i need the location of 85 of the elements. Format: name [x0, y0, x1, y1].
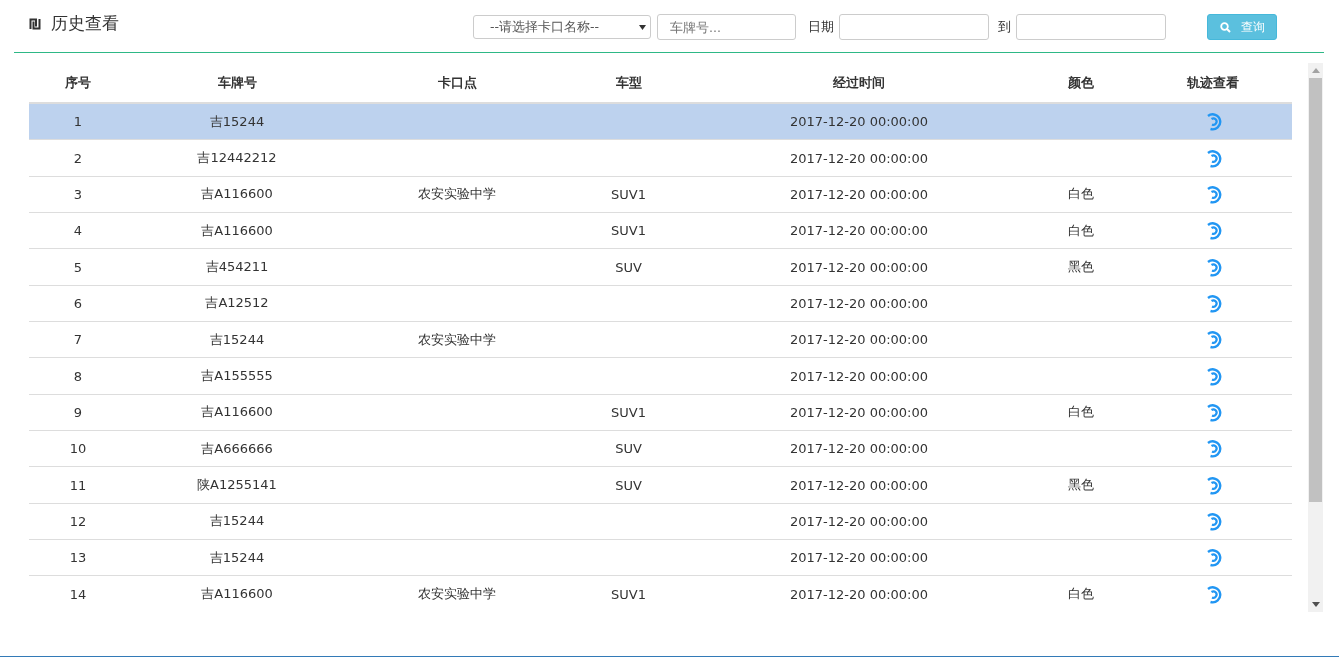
table-cell: 黑色: [1068, 477, 1094, 493]
table-cell: 吉15244: [209, 113, 265, 129]
table-cell: SUV1: [611, 404, 646, 420]
table-cell: 2017-12-20 00:00:00: [789, 586, 929, 602]
table-cell: 2017-12-20 00:00:00: [789, 295, 929, 311]
table-row[interactable]: 4 吉A116600 SUV1 2017-12-20 00:00:00 白色: [29, 212, 1292, 249]
table-cell: SUV: [615, 441, 642, 457]
table-row[interactable]: 8 吉A155555 2017-12-20 00:00:00: [29, 357, 1292, 395]
table-cell: 白色: [1068, 222, 1094, 238]
table-cell: 5: [73, 259, 83, 275]
table-cell: 2017-12-20 00:00:00: [789, 368, 929, 384]
table-cell: 6: [73, 295, 83, 311]
table-cell: 吉A116600: [201, 222, 273, 238]
plate-field[interactable]: 车牌号...: [657, 14, 796, 40]
table-row[interactable]: 9 吉A116600 SUV1 2017-12-20 00:00:00 白色: [29, 394, 1292, 431]
table-row[interactable]: 14 吉A116600 农安实验中学 SUV1 2017-12-20 00:00:00 白色: [29, 576, 1292, 612]
table-cell: 农安实验中学: [418, 186, 496, 202]
date-to-field[interactable]: [1016, 14, 1166, 40]
table-cell: 13: [69, 550, 87, 566]
table-cell: 吉15244: [209, 513, 265, 529]
search-icon: [1219, 21, 1231, 33]
table-cell: 11: [69, 477, 87, 493]
table-cell: 白色: [1068, 186, 1094, 202]
table-cell: 10: [69, 441, 87, 457]
table-cell: 12: [69, 513, 87, 529]
table-row[interactable]: 12 吉15244 2017-12-20 00:00:00: [29, 503, 1292, 540]
table-cell: 吉15244: [209, 549, 265, 565]
table-cell: 14: [69, 586, 87, 602]
table-cell: 2017-12-20 00:00:00: [789, 477, 929, 493]
table-cell: 吉15244: [209, 331, 265, 347]
table-row[interactable]: 1 吉15244 2017-12-20 00:00:00: [29, 103, 1292, 140]
table-cell: SUV1: [611, 186, 646, 202]
table-cell: 8: [73, 368, 83, 384]
table-cell: 7: [73, 332, 83, 348]
scroll-up-icon[interactable]: [1311, 68, 1320, 73]
table-cell: 白色: [1068, 404, 1094, 420]
table-cell: 白色: [1068, 586, 1094, 602]
table-cell: 农安实验中学: [418, 331, 496, 347]
table-row[interactable]: 3 吉A116600 农安实验中学 SUV1 2017-12-20 00:00:00 白色: [29, 176, 1292, 213]
table-cell: 4: [73, 223, 83, 239]
table-cell: 吉A12512: [205, 295, 269, 311]
table-cell: 2017-12-20 00:00:00: [789, 332, 929, 348]
table-cell: 陕A1255141: [197, 477, 277, 493]
table-row[interactable]: 7 吉15244 农安实验中学 2017-12-20 00:00:00: [29, 321, 1292, 358]
table-cell: 2017-12-20 00:00:00: [789, 259, 929, 275]
scrollbar[interactable]: [1308, 63, 1323, 612]
table-cell: 3: [73, 186, 83, 202]
table-cell: 9: [73, 404, 83, 420]
table-cell: 2017-12-20 00:00:00: [789, 404, 929, 420]
table-cell: 黑色: [1068, 259, 1094, 275]
table-row[interactable]: 11 陕A1255141 SUV 2017-12-20 00:00:00 黑色: [29, 466, 1292, 504]
table-row[interactable]: 10 吉A666666 SUV 2017-12-20 00:00:00: [29, 430, 1292, 467]
table-row[interactable]: 2 吉12442212 2017-12-20 00:00:00: [29, 139, 1292, 177]
table-cell: 农安实验中学: [418, 586, 496, 602]
table-cell: 吉454211: [205, 259, 269, 275]
logo-icon: [29, 17, 41, 30]
checkpoint-select[interactable]: --请选择卡口名称--: [473, 15, 651, 39]
table-cell: 2017-12-20 00:00:00: [789, 513, 929, 529]
table-cell: 2017-12-20 00:00:00: [789, 441, 929, 457]
table-cell: 2017-12-20 00:00:00: [789, 223, 929, 239]
date-label: 日期: [808, 18, 834, 36]
to-label: 到: [998, 18, 1011, 36]
page-title: 历史查看: [51, 12, 119, 35]
table-cell: 吉A116600: [201, 586, 273, 602]
table-cell: SUV: [615, 259, 642, 275]
table-cell: 2017-12-20 00:00:00: [789, 550, 929, 566]
table-row[interactable]: 13 吉15244 2017-12-20 00:00:00: [29, 539, 1292, 576]
caret-icon: [639, 24, 646, 30]
table-cell: 2017-12-20 00:00:00: [789, 150, 929, 166]
table-cell: 2017-12-20 00:00:00: [789, 186, 929, 202]
table-cell: 2: [73, 150, 83, 166]
table-cell: 吉A116600: [201, 186, 273, 202]
table-row[interactable]: 5 吉454211 SUV 2017-12-20 00:00:00 黑色: [29, 248, 1292, 286]
table-cell: SUV1: [611, 223, 646, 239]
table-cell: SUV: [615, 477, 642, 493]
scroll-down-icon[interactable]: [1311, 602, 1320, 607]
date-from-field[interactable]: [839, 14, 989, 40]
table-cell: 2017-12-20 00:00:00: [789, 114, 929, 130]
table-cell: 吉A155555: [201, 368, 273, 384]
table-cell: 吉12442212: [197, 150, 277, 166]
table-cell: 吉A666666: [201, 440, 273, 456]
table-cell: SUV1: [611, 586, 646, 602]
table-cell: 1: [73, 114, 83, 130]
table-row[interactable]: 6 吉A12512 2017-12-20 00:00:00: [29, 285, 1292, 322]
table-cell: 吉A116600: [201, 404, 273, 420]
